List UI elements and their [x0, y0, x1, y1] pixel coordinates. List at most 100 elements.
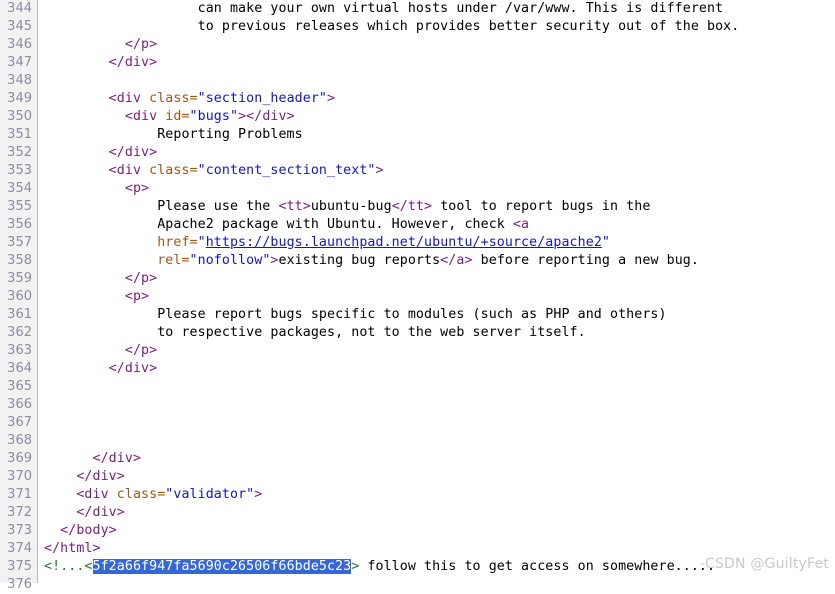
html-tag: </div>: [44, 361, 158, 376]
html-tag: ></div>: [238, 109, 295, 124]
code-line[interactable]: <!...<5f2a66f947fa5690c26506f66bde5c23> …: [44, 558, 835, 576]
html-tag: <p>: [44, 181, 150, 196]
html-tag: <p>: [44, 289, 150, 304]
html-tag: <a: [512, 217, 530, 232]
plain-text: follow this to get access on somewhere..…: [359, 559, 716, 574]
code-line[interactable]: </div>: [44, 360, 835, 378]
code-line[interactable]: <div class="content_section_text">: [44, 162, 835, 180]
html-tag: </p>: [44, 343, 158, 358]
html-tag: >: [254, 487, 263, 502]
attribute-value: "bugs": [189, 109, 239, 124]
line-number: 371: [7, 487, 32, 502]
code-line[interactable]: Please report bugs specific to modules (…: [44, 306, 835, 324]
line-number: 356: [7, 217, 32, 232]
attribute-name: id=: [165, 109, 190, 124]
html-tag: </div>: [44, 469, 125, 484]
plain-text: Reporting Problems: [44, 127, 303, 142]
line-number: 345: [7, 19, 32, 34]
code-line[interactable]: <div class="validator">: [44, 486, 835, 504]
line-number-gutter: 344 345 346 347 348 349 350 351 352 353 354 355 356 3…: [0, 0, 38, 592]
html-tag: <div: [44, 109, 166, 124]
code-line[interactable]: </div>: [44, 54, 835, 72]
html-tag: </a>: [440, 253, 473, 268]
plain-text: can make your own virtual hosts under /v…: [44, 1, 724, 16]
html-tag: </div>: [44, 451, 142, 466]
attribute-name: href=: [44, 235, 198, 250]
line-number: 355: [7, 199, 32, 214]
code-line[interactable]: </div>: [44, 144, 835, 162]
plain-text: Apache2 package with Ubuntu. However, ch…: [44, 217, 513, 232]
selected-text: 5f2a66f947fa5690c26506f66bde5c23: [92, 559, 352, 574]
line-number: 370: [7, 469, 32, 484]
line-number: 373: [7, 523, 32, 538]
code-line[interactable]: [44, 72, 835, 90]
code-line[interactable]: [44, 576, 835, 594]
line-number: 352: [7, 145, 32, 160]
plain-text: before reporting a new bug.: [472, 253, 699, 268]
attribute-name: class=: [116, 487, 166, 502]
code-line[interactable]: </p>: [44, 36, 835, 54]
code-line[interactable]: </div>: [44, 450, 835, 468]
html-tag: </div>: [44, 505, 125, 520]
line-number: 347: [7, 55, 32, 70]
line-number: 365: [7, 379, 32, 394]
url-link[interactable]: https://bugs.launchpad.net/ubuntu/+sourc…: [206, 235, 602, 250]
code-content-area[interactable]: can make your own virtual hosts under /v…: [38, 0, 835, 583]
code-line[interactable]: [44, 396, 835, 414]
plain-text: tool to report bugs in the: [432, 199, 651, 214]
code-line[interactable]: </p>: [44, 342, 835, 360]
code-line[interactable]: [44, 378, 835, 396]
plain-text: existing bug reports: [278, 253, 441, 268]
html-tag: >: [375, 163, 384, 178]
code-line[interactable]: Please use the <tt>ubuntu-bug</tt> tool …: [44, 198, 835, 216]
attribute-value: ": [601, 235, 610, 250]
code-line[interactable]: </div>: [44, 504, 835, 522]
line-number: 354: [7, 181, 32, 196]
html-tag: </tt>: [391, 199, 433, 214]
code-line[interactable]: [44, 414, 835, 432]
code-line[interactable]: <p>: [44, 180, 835, 198]
line-number: 376: [7, 577, 32, 592]
code-line[interactable]: </body>: [44, 522, 835, 540]
line-number: 349: [7, 91, 32, 106]
line-number: 367: [7, 415, 32, 430]
html-tag: >: [327, 91, 336, 106]
line-number: 364: [7, 361, 32, 376]
code-line[interactable]: <div class="section_header">: [44, 90, 835, 108]
code-line[interactable]: to respective packages, not to the web s…: [44, 324, 835, 342]
code-line[interactable]: rel="nofollow">existing bug reports</a> …: [44, 252, 835, 270]
line-number: 353: [7, 163, 32, 178]
line-number: 344: [7, 1, 32, 16]
code-line[interactable]: <div id="bugs"></div>: [44, 108, 835, 126]
line-number: 375: [7, 559, 32, 574]
code-line[interactable]: <p>: [44, 288, 835, 306]
html-tag: <div: [44, 163, 150, 178]
attribute-value: "section_header": [197, 91, 328, 106]
code-line[interactable]: [44, 432, 835, 450]
line-number: 361: [7, 307, 32, 322]
code-viewer: 344 345 346 347 348 349 350 351 352 353 354 355 356 3…: [0, 0, 835, 592]
attribute-name: class=: [149, 91, 198, 106]
html-tag: </html>: [44, 541, 101, 556]
plain-text: to respective packages, not to the web s…: [44, 325, 586, 340]
line-number: 351: [7, 127, 32, 142]
line-number: 366: [7, 397, 32, 412]
code-line[interactable]: can make your own virtual hosts under /v…: [44, 0, 835, 18]
attribute-value: "nofollow": [189, 253, 271, 268]
code-line[interactable]: </html>: [44, 540, 835, 558]
code-line[interactable]: Apache2 package with Ubuntu. However, ch…: [44, 216, 835, 234]
code-lines[interactable]: can make your own virtual hosts under /v…: [44, 0, 835, 594]
code-line[interactable]: href= "https://bugs.launchpad.net/ubuntu/…: [44, 234, 835, 252]
html-tag: </p>: [44, 37, 158, 52]
code-line[interactable]: </div>: [44, 468, 835, 486]
html-tag: </div>: [44, 145, 158, 160]
code-line[interactable]: Reporting Problems: [44, 126, 835, 144]
code-line[interactable]: to previous releases which provides bett…: [44, 18, 835, 36]
line-number: 368: [7, 433, 32, 448]
line-number: 360: [7, 289, 32, 304]
line-number: 346: [7, 37, 32, 52]
line-number: 372: [7, 505, 32, 520]
line-number: 362: [7, 325, 32, 340]
line-number: 358: [7, 253, 32, 268]
code-line[interactable]: </p>: [44, 270, 835, 288]
